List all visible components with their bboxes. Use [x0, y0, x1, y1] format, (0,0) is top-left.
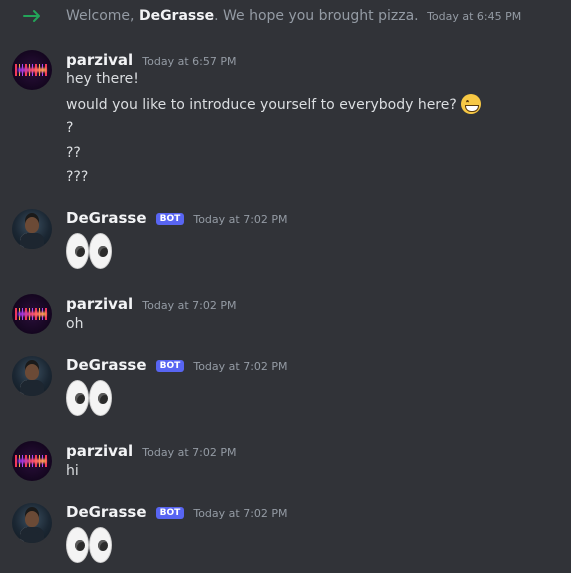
- message-text: ??: [66, 145, 81, 161]
- bot-badge: BOT: [155, 507, 185, 519]
- message-text-line: would you like to introduce yourself to …: [66, 94, 481, 114]
- message-group: parzival Today at 7:02 PM hi: [0, 439, 571, 484]
- timestamp: Today at 7:02 PM: [142, 299, 237, 312]
- avatar[interactable]: [12, 441, 52, 481]
- grinning-face-emoji: [460, 94, 481, 114]
- right-eye: [89, 527, 112, 563]
- left-eye: [66, 380, 89, 416]
- username[interactable]: parzival: [66, 295, 133, 313]
- message-header: parzival Today at 6:57 PM: [66, 50, 236, 69]
- bot-badge: BOT: [155, 213, 185, 225]
- eyes-emoji: [66, 380, 112, 416]
- left-eye: [66, 527, 89, 563]
- message-group: DeGrasse BOT Today at 7:02 PM: [0, 353, 571, 419]
- message-header: DeGrasse BOT Today at 7:02 PM: [66, 502, 288, 521]
- message-group: parzival Today at 6:57 PM hey there! wou…: [0, 48, 571, 193]
- avatar[interactable]: [12, 294, 52, 334]
- message-header: parzival Today at 7:02 PM: [66, 294, 236, 313]
- message-text: would you like to introduce yourself to …: [66, 97, 457, 113]
- timestamp: Today at 7:02 PM: [142, 446, 237, 459]
- message-header: DeGrasse BOT Today at 7:02 PM: [66, 355, 288, 374]
- right-eye: [89, 380, 112, 416]
- system-username[interactable]: DeGrasse: [139, 8, 214, 24]
- timestamp: Today at 7:02 PM: [193, 507, 288, 520]
- avatar[interactable]: [12, 209, 52, 249]
- timestamp: Today at 7:02 PM: [193, 213, 288, 226]
- username[interactable]: DeGrasse: [66, 503, 147, 521]
- message-group: DeGrasse BOT Today at 7:02 PM: [0, 206, 571, 272]
- message-group: DeGrasse BOT Today at 7:02 PM: [0, 500, 571, 570]
- system-suffix: . We hope you brought pizza.: [214, 8, 419, 24]
- message-header: parzival Today at 7:02 PM: [66, 441, 236, 460]
- avatar[interactable]: [12, 503, 52, 543]
- avatar[interactable]: [12, 50, 52, 90]
- timestamp: Today at 7:02 PM: [193, 360, 288, 373]
- message-text: hey there!: [66, 71, 139, 87]
- username[interactable]: parzival: [66, 51, 133, 69]
- right-eye: [89, 233, 112, 269]
- username[interactable]: DeGrasse: [66, 356, 147, 374]
- timestamp: Today at 6:45 PM: [427, 10, 522, 23]
- left-eye: [66, 233, 89, 269]
- avatar[interactable]: [12, 356, 52, 396]
- message-text: ?: [66, 120, 74, 136]
- eyes-emoji: [66, 527, 112, 563]
- message-text: hi: [66, 463, 79, 479]
- eyes-emoji: [66, 233, 112, 269]
- bot-badge: BOT: [155, 360, 185, 372]
- username[interactable]: parzival: [66, 442, 133, 460]
- join-arrow-icon: [23, 10, 40, 22]
- username[interactable]: DeGrasse: [66, 209, 147, 227]
- message-text: oh: [66, 316, 84, 332]
- message-text: ???: [66, 169, 89, 185]
- timestamp: Today at 6:57 PM: [142, 55, 237, 68]
- system-join-message: Welcome, DeGrasse. We hope you brought p…: [0, 0, 571, 34]
- system-prefix: Welcome,: [66, 8, 139, 24]
- message-group: parzival Today at 7:02 PM oh: [0, 292, 571, 337]
- system-join-text: Welcome, DeGrasse. We hope you brought p…: [66, 8, 521, 24]
- message-header: DeGrasse BOT Today at 7:02 PM: [66, 208, 288, 227]
